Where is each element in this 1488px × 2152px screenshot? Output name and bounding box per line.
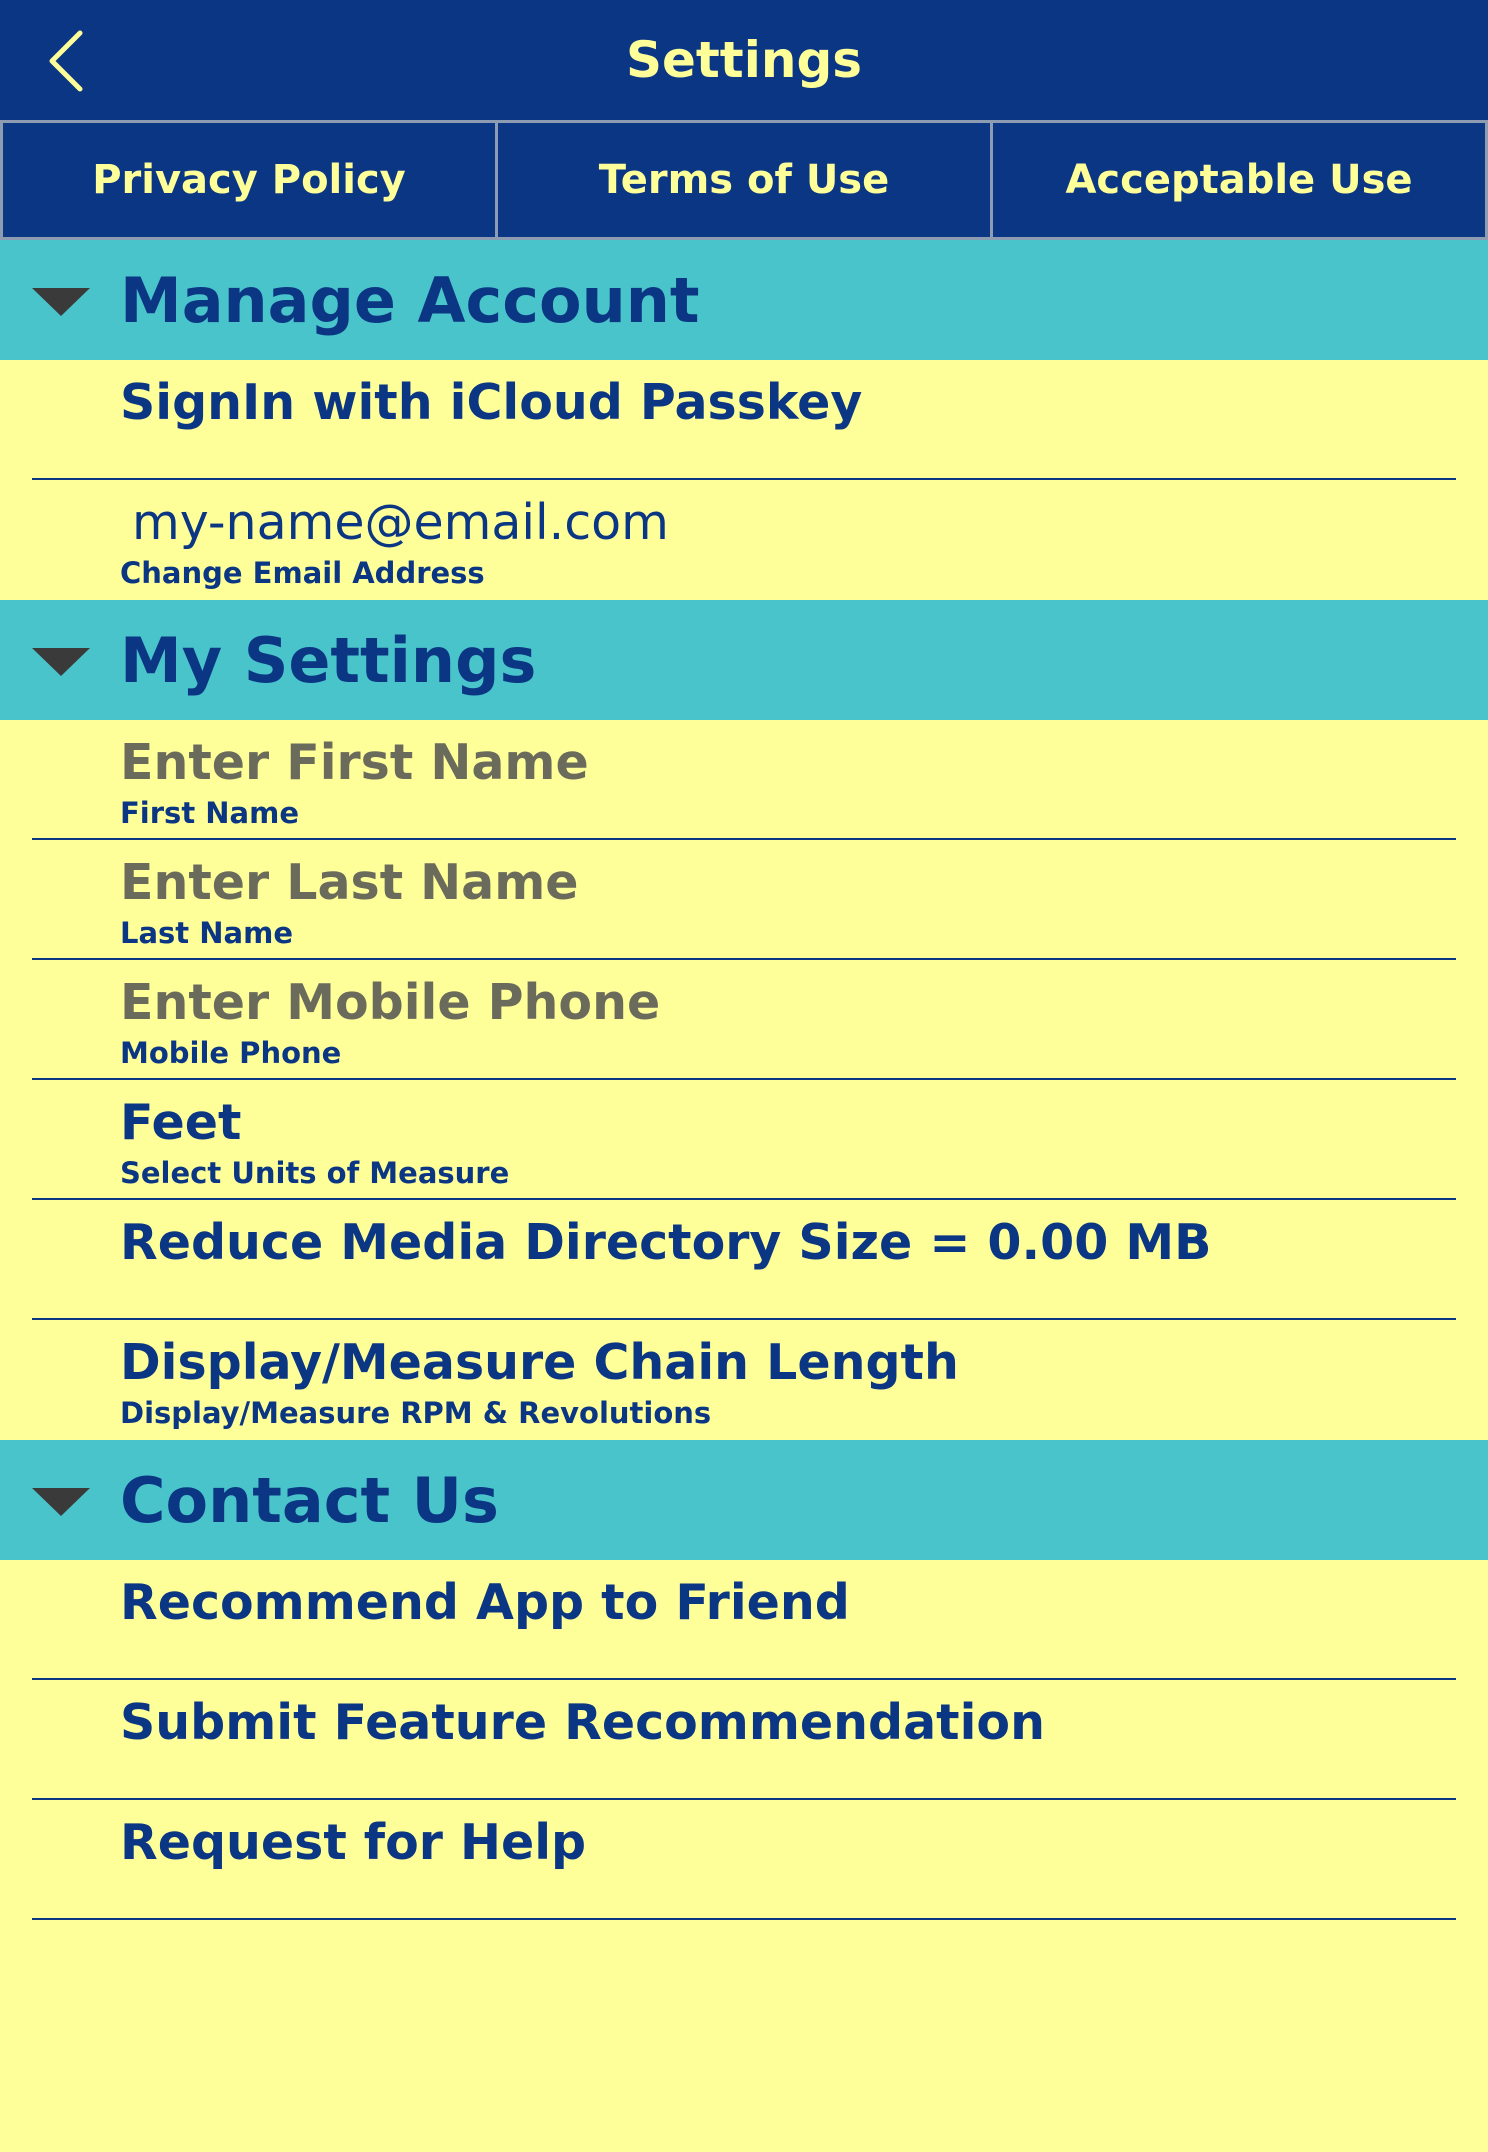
row-caption: Change Email Address: [120, 556, 485, 590]
reduce-media-directory-row[interactable]: Reduce Media Directory Size = 0.00 MB: [0, 1200, 1488, 1320]
row-caption: Mobile Phone: [120, 1036, 342, 1070]
units-of-measure-row[interactable]: Feet Select Units of Measure: [0, 1080, 1488, 1200]
navigation-bar: Settings: [0, 0, 1488, 120]
signin-icloud-passkey-row[interactable]: SignIn with iCloud Passkey: [0, 360, 1488, 480]
display-measure-chain-length-row[interactable]: Display/Measure Chain Length Display/Mea…: [0, 1320, 1488, 1440]
disclosure-triangle-icon: [32, 1488, 90, 1516]
section-header-manage-account[interactable]: Manage Account: [0, 240, 1488, 360]
email-row[interactable]: my-name@email.com Change Email Address: [0, 480, 1488, 600]
first-name-input[interactable]: Enter First Name: [120, 734, 589, 791]
acceptable-use-button[interactable]: Acceptable Use: [993, 120, 1488, 240]
row-caption: Select Units of Measure: [120, 1156, 510, 1190]
last-name-field[interactable]: Enter Last Name Last Name: [0, 840, 1488, 960]
section-title: Contact Us: [120, 1463, 499, 1537]
back-button[interactable]: [36, 26, 96, 96]
row-label: Recommend App to Friend: [120, 1574, 850, 1631]
disclosure-triangle-icon: [32, 648, 90, 676]
row-caption: Last Name: [120, 916, 293, 950]
settings-screen: Settings Privacy Policy Terms of Use Acc…: [0, 0, 1488, 2152]
legal-tabs: Privacy Policy Terms of Use Acceptable U…: [0, 120, 1488, 240]
mobile-phone-field[interactable]: Enter Mobile Phone Mobile Phone: [0, 960, 1488, 1080]
section-title: Manage Account: [120, 263, 700, 337]
row-caption: First Name: [120, 796, 299, 830]
row-caption: Display/Measure RPM & Revolutions: [120, 1396, 712, 1430]
recommend-app-row[interactable]: Recommend App to Friend: [0, 1560, 1488, 1680]
terms-of-use-button[interactable]: Terms of Use: [498, 120, 993, 240]
email-value: my-name@email.com: [132, 494, 669, 551]
submit-feature-recommendation-row[interactable]: Submit Feature Recommendation: [0, 1680, 1488, 1800]
row-label: Display/Measure Chain Length: [120, 1334, 959, 1391]
row-label: Submit Feature Recommendation: [120, 1694, 1045, 1751]
section-header-my-settings[interactable]: My Settings: [0, 600, 1488, 720]
first-name-field[interactable]: Enter First Name First Name: [0, 720, 1488, 840]
section-title: My Settings: [120, 623, 537, 697]
section-header-contact-us[interactable]: Contact Us: [0, 1440, 1488, 1560]
divider: [32, 1918, 1456, 1920]
page-title: Settings: [625, 31, 862, 89]
row-label: SignIn with iCloud Passkey: [120, 374, 863, 431]
chevron-left-icon: [49, 30, 83, 92]
mobile-phone-input[interactable]: Enter Mobile Phone: [120, 974, 660, 1031]
units-value: Feet: [120, 1094, 242, 1151]
request-for-help-row[interactable]: Request for Help: [0, 1800, 1488, 1920]
privacy-policy-button[interactable]: Privacy Policy: [0, 120, 498, 240]
disclosure-triangle-icon: [32, 288, 90, 316]
last-name-input[interactable]: Enter Last Name: [120, 854, 579, 911]
row-label: Reduce Media Directory Size = 0.00 MB: [120, 1214, 1212, 1271]
row-label: Request for Help: [120, 1814, 587, 1871]
